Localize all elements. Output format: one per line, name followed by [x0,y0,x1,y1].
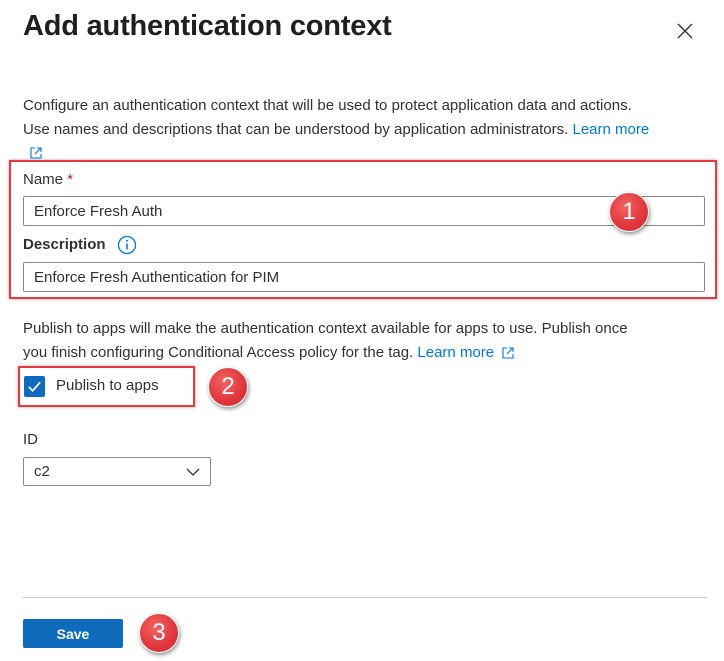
intro-learn-more-link[interactable]: Learn more [572,121,649,138]
publish-external-link-icon[interactable] [502,341,514,365]
publish-checkbox-label[interactable]: Publish to apps [56,377,159,394]
id-label: ID [23,431,38,448]
id-select-value: c2 [34,463,50,480]
external-link-icon[interactable] [30,144,42,162]
publish-checkbox[interactable] [24,376,45,397]
required-marker: * [67,171,74,188]
checkmark-icon [28,381,41,392]
intro-line2: Use names and descriptions that can be u… [23,121,569,138]
description-input[interactable] [23,262,705,292]
info-icon[interactable] [117,235,137,255]
publish-learn-more-link[interactable]: Learn more [417,344,494,361]
name-input[interactable] [23,196,705,226]
step-badge-3: 3 [139,613,179,653]
save-button[interactable]: Save [23,619,123,648]
close-icon [677,23,693,39]
step-badge-1: 1 [609,192,649,232]
panel-title: Add authentication context [23,10,392,42]
name-label: Name * [23,171,73,188]
publish-desc-line1: Publish to apps will make the authentica… [23,320,628,337]
footer-divider [23,597,707,598]
intro-line1: Configure an authentication context that… [23,97,632,114]
intro-text: Configure an authentication context that… [23,94,713,142]
name-label-text: Name [23,171,64,188]
publish-desc-line2: you finish configuring Conditional Acces… [23,344,414,361]
chevron-down-icon [186,468,200,476]
close-button[interactable] [672,18,698,44]
publish-description: Publish to apps will make the authentica… [23,317,713,365]
step-badge-2: 2 [208,367,248,407]
id-select[interactable]: c2 [23,457,211,486]
description-label: Description [23,236,106,253]
